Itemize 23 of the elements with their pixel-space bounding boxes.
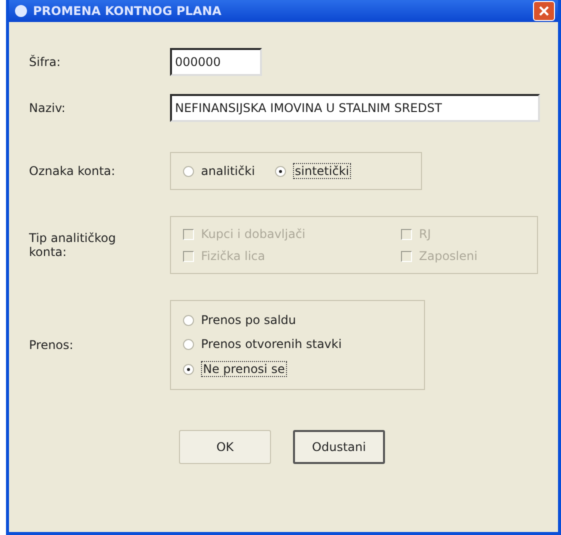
radio-button[interactable] [183, 364, 194, 374]
dialog-button[interactable]: OK [179, 430, 271, 464]
field-label: Šifra: [29, 55, 62, 69]
dialog-button[interactable]: Odustani [293, 430, 385, 464]
option-label[interactable]: Ne prenosi se [201, 361, 287, 377]
radio-button[interactable] [274, 166, 286, 176]
field-label: Oznaka konta: [29, 164, 116, 178]
option-label[interactable]: Prenos po saldu [201, 313, 296, 327]
text-field[interactable]: NEFINANSIJSKA IMOVINA U STALNIM SREDST [170, 94, 540, 122]
close-icon [538, 5, 550, 17]
close-button[interactable] [533, 1, 555, 21]
app-icon [15, 5, 27, 17]
field-label: Prenos: [29, 338, 74, 352]
option-label[interactable]: Prenos otvorenih stavki [201, 337, 342, 351]
field-label: Tip analitičkog konta: [29, 231, 117, 259]
option-label[interactable]: analitički [201, 164, 255, 178]
field-label: Naziv: [29, 101, 66, 115]
option-label[interactable]: sintetički [292, 163, 352, 179]
radio-button[interactable] [183, 166, 194, 176]
text-field[interactable]: 000000 [170, 48, 262, 76]
radio-button[interactable] [183, 314, 194, 326]
window-title: PROMENA KONTNOG PLANA [33, 4, 222, 18]
radio-button[interactable] [183, 338, 194, 350]
